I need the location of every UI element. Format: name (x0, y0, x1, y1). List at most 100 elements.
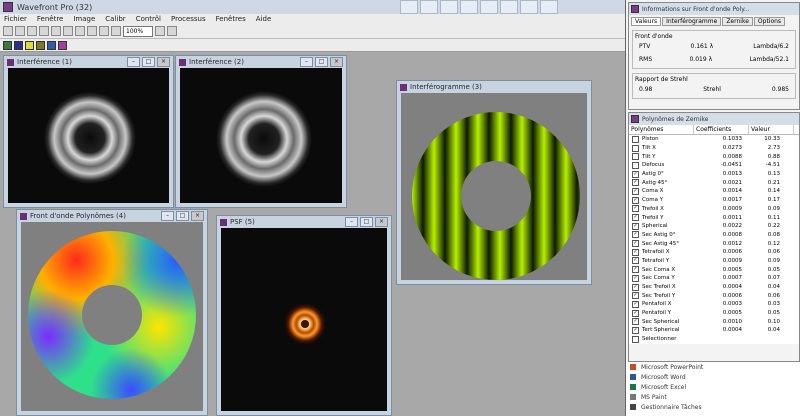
zoom-combo[interactable]: 100% (123, 25, 153, 37)
menu-item-image[interactable]: Image (73, 15, 95, 23)
taskbar-button[interactable] (440, 0, 458, 14)
zernike-row[interactable]: ✓ Tert Spherical 0.0004 0.04 (629, 326, 799, 335)
minimize-button[interactable]: – (345, 217, 358, 227)
menu-item-windows[interactable]: Fenêtres (216, 15, 246, 23)
zernike-checkbox[interactable]: ✓ (632, 214, 639, 222)
zernike-row[interactable]: ✓ Spherical 0.0022 0.22 (629, 221, 799, 231)
zernike-checkbox[interactable]: ✓ (632, 274, 639, 282)
tab-values[interactable]: Valeurs (631, 17, 662, 26)
zernike-checkbox[interactable]: ✓ (632, 248, 639, 256)
taskbar-button[interactable] (520, 0, 538, 14)
zernike-checkbox[interactable]: ✓ (632, 205, 639, 213)
window-titlebar[interactable]: Interférence (1) – □ × (4, 56, 173, 68)
zernike-row[interactable]: ✓ Sec Astig 45° 0.0012 0.12 (629, 239, 799, 248)
zernike-checkbox[interactable]: ✓ (632, 187, 639, 195)
col-header-polynomials[interactable]: Polynômes (629, 125, 694, 134)
zernike-row[interactable]: ✓ Sec Trefoil Y 0.0006 0.06 (629, 291, 799, 301)
zernike-row[interactable]: Piston 0.1033 10.33 (629, 135, 799, 144)
zernike-row[interactable]: ✓ Sec Spherical 0.0010 0.10 (629, 317, 799, 327)
minimize-button[interactable]: – (127, 57, 140, 67)
undo-button[interactable] (63, 26, 73, 36)
zernike-row[interactable]: ✓ Astig 0° 0.0013 0.13 (629, 169, 799, 179)
save-button[interactable] (15, 26, 25, 36)
maximize-button[interactable]: □ (142, 57, 155, 67)
window-titlebar[interactable]: Interférogramme (3) (397, 81, 591, 93)
zernike-checkbox[interactable]: ✓ (632, 222, 639, 230)
start-list-item[interactable]: Gestionnaire Tâches (626, 402, 800, 412)
menu-item-control[interactable]: Contrôl (136, 15, 161, 23)
tool-button-2[interactable] (14, 40, 23, 50)
zernike-checkbox[interactable]: ✓ (632, 318, 639, 326)
copy-button[interactable] (39, 26, 49, 36)
zernike-checkbox[interactable]: ✓ (632, 240, 639, 248)
zernike-checkbox[interactable]: ✓ (632, 309, 639, 317)
close-button[interactable]: × (375, 217, 388, 227)
zernike-checkbox[interactable]: ✓ (632, 300, 639, 308)
zernike-row[interactable]: ✓ Sec Trefoil X 0.0004 0.04 (629, 282, 799, 292)
maximize-button[interactable]: □ (360, 217, 373, 227)
menu-item-file[interactable]: Fichier (4, 15, 27, 23)
zernike-row[interactable]: ✓ Astig 45° 0.0021 0.21 (629, 178, 799, 188)
zernike-checkbox[interactable]: ✓ (632, 292, 639, 300)
start-list-item[interactable]: Microsoft Excel (626, 382, 800, 392)
print-button[interactable] (27, 26, 37, 36)
col-header-value[interactable]: Valeur (749, 125, 794, 134)
tool-button-3[interactable] (25, 40, 34, 50)
zernike-checkbox[interactable] (632, 335, 639, 343)
tab-interferogram[interactable]: Interférogramme (662, 17, 722, 26)
start-list-item[interactable]: Microsoft PowerPoint (626, 362, 800, 372)
taskbar-button[interactable] (400, 0, 418, 14)
zernike-checkbox[interactable]: ✓ (632, 196, 639, 204)
tile-button[interactable] (87, 26, 97, 36)
zernike-row[interactable]: Tilt Y 0.0088 0.88 (629, 152, 799, 162)
start-list-item[interactable]: Microsoft Word (626, 372, 800, 382)
zernike-row[interactable]: ✓ Tetrafoil X 0.0006 0.06 (629, 247, 799, 257)
start-list-item[interactable]: MS Paint (626, 392, 800, 402)
zoom-out-button[interactable] (167, 26, 177, 36)
menu-item-calibrate[interactable]: Calibr (105, 15, 125, 23)
zernike-checkbox[interactable] (632, 153, 639, 161)
tab-options[interactable]: Options (753, 17, 786, 26)
close-button[interactable]: × (157, 57, 170, 67)
maximize-button[interactable]: □ (315, 57, 328, 67)
paste-button[interactable] (51, 26, 61, 36)
taskbar-button[interactable] (460, 0, 478, 14)
taskbar-button[interactable] (540, 0, 558, 14)
zoom-in-button[interactable] (155, 26, 165, 36)
taskbar-button[interactable] (480, 0, 498, 14)
window-titlebar[interactable]: Front d'onde Polynômes (4) – □ × (17, 210, 207, 222)
zernike-checkbox[interactable]: ✓ (632, 283, 639, 291)
tool-button-6[interactable] (58, 40, 67, 50)
close-button[interactable]: × (330, 57, 343, 67)
col-header-coefficients[interactable]: Coefficients (694, 125, 749, 134)
minimize-button[interactable]: – (300, 57, 313, 67)
zernike-row[interactable]: Sélectionner (629, 334, 799, 344)
zernike-row[interactable]: ✓ Trefoil X 0.0009 0.09 (629, 204, 799, 214)
tool-button-1[interactable] (3, 40, 12, 50)
menu-item-process[interactable]: Processus (171, 15, 206, 23)
zernike-row[interactable]: ✓ Sec Astig 0° 0.0008 0.08 (629, 230, 799, 240)
panel-titlebar[interactable]: Informations sur Front d'onde Poly... (629, 3, 799, 15)
taskbar-button[interactable] (420, 0, 438, 14)
zernike-row[interactable]: ✓ Trefoil Y 0.0011 0.11 (629, 213, 799, 222)
zernike-checkbox[interactable] (632, 144, 639, 152)
zernike-row[interactable]: ✓ Tetrafoil Y 0.0009 0.09 (629, 256, 799, 266)
open-button[interactable] (3, 26, 13, 36)
zernike-row[interactable]: ✓ Pentafoil X 0.0003 0.03 (629, 300, 799, 309)
maximize-button[interactable]: □ (176, 211, 189, 221)
zernike-checkbox[interactable] (632, 161, 639, 169)
zernike-checkbox[interactable]: ✓ (632, 326, 639, 334)
zernike-row[interactable]: ✓ Pentafoil Y 0.0005 0.05 (629, 308, 799, 318)
zernike-checkbox[interactable]: ✓ (632, 179, 639, 187)
zernike-checkbox[interactable]: ✓ (632, 266, 639, 274)
grid-button[interactable] (75, 26, 85, 36)
close-button[interactable]: × (191, 211, 204, 221)
zernike-row[interactable]: ✓ Sec Coma Y 0.0007 0.07 (629, 274, 799, 283)
tool-button-4[interactable] (36, 40, 45, 50)
zernike-checkbox[interactable]: ✓ (632, 170, 639, 178)
window-titlebar[interactable]: Interférence (2) – □ × (176, 56, 346, 68)
tool-button-5[interactable] (47, 40, 56, 50)
minimize-button[interactable]: – (161, 211, 174, 221)
zernike-row[interactable]: Defocus -0.0451 -4.51 (629, 161, 799, 170)
zernike-row[interactable]: Tilt X 0.0273 2.73 (629, 143, 799, 153)
